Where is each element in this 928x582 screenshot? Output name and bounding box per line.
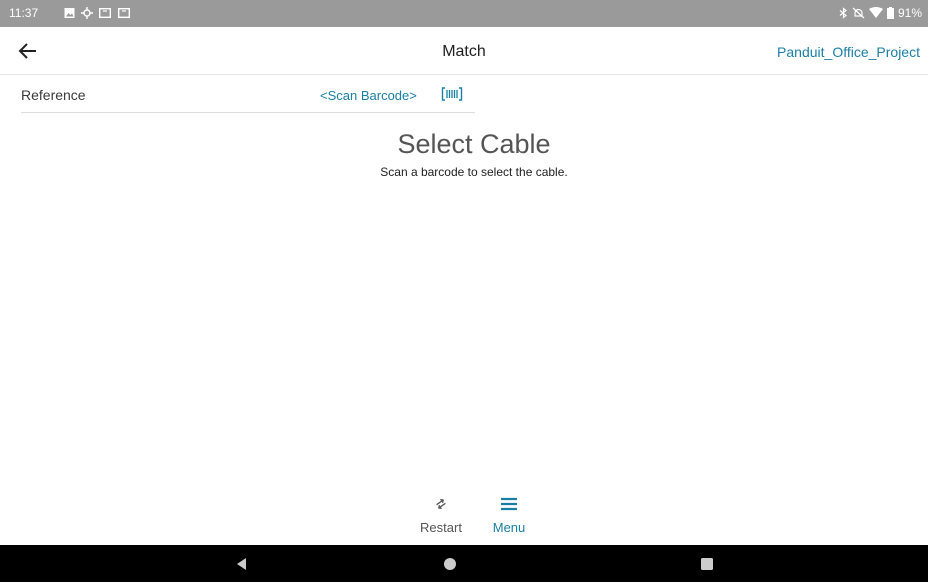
back-triangle-icon[interactable] bbox=[232, 554, 252, 574]
select-cable-title: Select Cable bbox=[397, 129, 551, 159]
scan-barcode-link[interactable]: <Scan Barcode> bbox=[320, 88, 417, 103]
recents-square-icon[interactable] bbox=[697, 554, 717, 574]
status-right: 91% bbox=[839, 6, 922, 20]
tablet-notification-icon-2 bbox=[118, 7, 130, 19]
settings-notification-icon bbox=[81, 7, 93, 19]
menu-button[interactable]: Menu bbox=[488, 495, 530, 535]
select-cable-subtitle: Scan a barcode to select the cable. bbox=[380, 165, 568, 179]
bluetooth-icon bbox=[839, 7, 847, 19]
image-notification-icon bbox=[64, 8, 75, 18]
status-bar: 11:37 91% bbox=[0, 0, 928, 27]
restart-icon bbox=[436, 498, 446, 510]
restart-button[interactable]: Restart bbox=[415, 495, 467, 535]
wifi-icon bbox=[868, 7, 883, 18]
reference-label: Reference bbox=[21, 87, 86, 103]
restart-label: Restart bbox=[420, 520, 462, 535]
project-link[interactable]: Panduit_Office_Project bbox=[777, 44, 920, 60]
home-circle-icon[interactable] bbox=[440, 554, 460, 574]
app-bar: Match Panduit_Office_Project bbox=[0, 27, 928, 75]
battery-icon bbox=[886, 7, 894, 19]
barcode-icon[interactable] bbox=[441, 86, 463, 102]
silent-icon bbox=[852, 7, 865, 19]
battery-percent: 91% bbox=[897, 6, 922, 20]
nav-bar bbox=[0, 545, 928, 582]
tablet-notification-icon bbox=[99, 7, 111, 19]
status-time: 11:37 bbox=[9, 6, 39, 20]
reference-row: Reference <Scan Barcode> bbox=[21, 78, 475, 113]
hamburger-menu-icon bbox=[501, 497, 517, 511]
menu-label: Menu bbox=[492, 520, 526, 535]
